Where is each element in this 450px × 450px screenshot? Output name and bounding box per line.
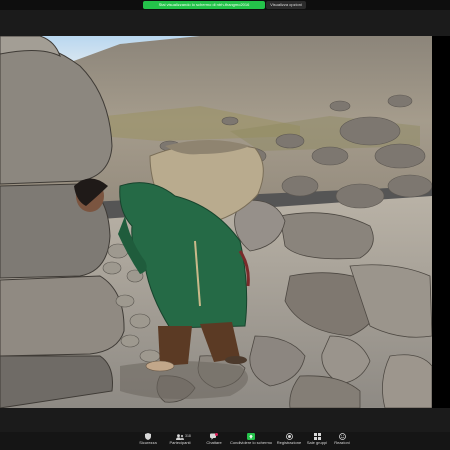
view-options-button[interactable]: Visualizza opzioni <box>266 1 306 9</box>
shared-photo <box>0 36 432 408</box>
toolbar-security[interactable]: Sicurezza <box>131 433 165 449</box>
breakout-rooms-icon <box>313 433 321 440</box>
screen-share-status: Stai visualizzando lo schermo di ntrh-th… <box>143 1 265 9</box>
meeting-toolbar: Sicurezza 318 Partecipanti Chattare Cond… <box>0 432 450 450</box>
reactions-icon <box>338 433 346 440</box>
toolbar-security-label: Sicurezza <box>139 440 157 445</box>
toolbar-participants-label: Partecipanti <box>169 440 191 445</box>
toolbar-participants[interactable]: 318 Partecipanti <box>163 433 197 449</box>
participants-icon <box>176 433 184 440</box>
chat-icon <box>210 433 218 440</box>
share-screen-icon <box>247 433 255 440</box>
toolbar-reactions-label: Reazioni <box>334 440 350 445</box>
shield-icon <box>144 433 152 440</box>
toolbar-share-screen[interactable]: Condividere lo schermo <box>230 433 272 449</box>
toolbar-record-label: Registrazione <box>276 440 302 445</box>
toolbar-chat[interactable]: Chattare <box>197 433 231 449</box>
shared-screen <box>0 36 432 408</box>
participants-count: 318 <box>185 434 191 438</box>
screen-share-banner: Stai visualizzando lo schermo di ntrh-th… <box>0 0 450 10</box>
record-icon <box>285 433 293 440</box>
right-side-strip <box>432 36 450 408</box>
toolbar-chat-label: Chattare <box>206 440 222 445</box>
toolbar-reactions[interactable]: Reazioni <box>325 433 359 449</box>
toolbar-share-screen-label: Condividere lo schermo <box>229 440 273 445</box>
